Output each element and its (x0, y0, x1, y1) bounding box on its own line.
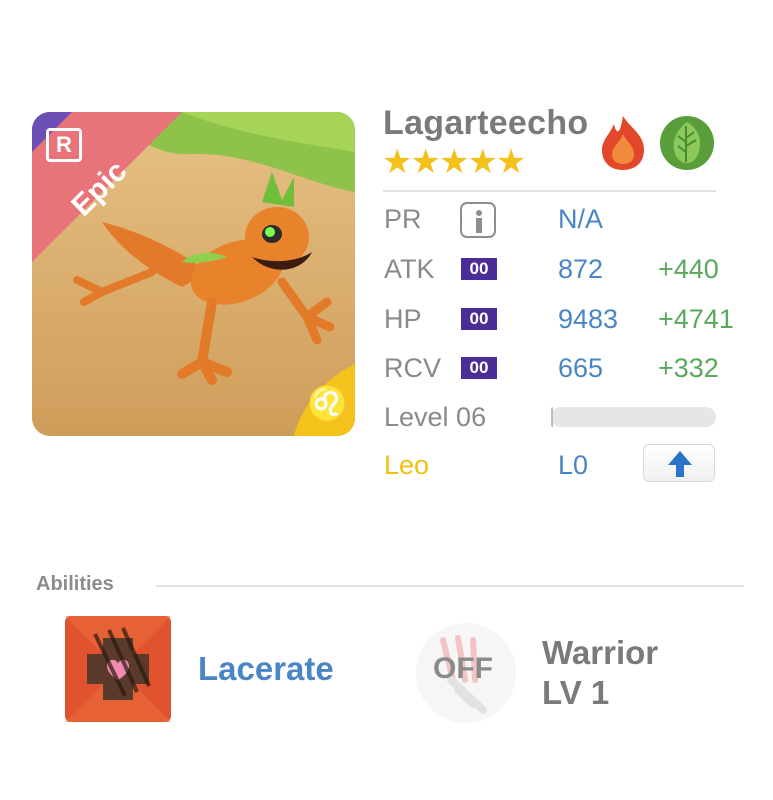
pr-info-button[interactable] (460, 202, 496, 238)
leo-sign-icon: ♌ (307, 385, 350, 423)
level-progress-bar (551, 407, 716, 427)
creature-card[interactable]: R Epic ♌ (32, 112, 355, 436)
arrow-up-icon (668, 451, 692, 477)
sign-level-value: L0 (558, 450, 589, 480)
hp-value: 9483 (558, 304, 619, 334)
hp-level-badge: 00 (461, 308, 497, 330)
creature-name: Lagarteecho (383, 104, 589, 142)
star-rating: ★★★★★ (382, 143, 526, 181)
rcv-level-badge: 00 (461, 357, 497, 379)
rcv-value: 665 (558, 353, 604, 383)
lacerate-icon[interactable] (65, 616, 171, 722)
nature-leaf-element-icon (660, 116, 714, 170)
passive-ability-level: LV 1 (542, 674, 610, 711)
rarity-badge: R (46, 128, 82, 162)
passive-ability-state: OFF (433, 652, 493, 685)
abilities-divider (156, 585, 744, 587)
hp-label: HP (384, 304, 422, 334)
atk-label: ATK (384, 254, 435, 284)
atk-value: 872 (558, 254, 604, 284)
rcv-label: RCV (384, 353, 442, 383)
pr-value: N/A (558, 204, 604, 234)
hp-bonus: +4741 (658, 304, 734, 334)
sign-label: Leo (384, 450, 430, 480)
atk-bonus: +440 (658, 254, 719, 284)
info-icon (476, 210, 482, 216)
level-label: Level 06 (384, 402, 487, 432)
header-divider (383, 190, 716, 192)
level-progress-fill (551, 407, 553, 427)
passive-ability-name[interactable]: Warrior (542, 634, 658, 672)
active-ability-name[interactable]: Lacerate (198, 650, 334, 688)
fire-element-icon (602, 116, 644, 170)
rcv-bonus: +332 (658, 353, 719, 383)
sign-upgrade-button[interactable] (643, 444, 715, 482)
abilities-title: Abilities (36, 573, 114, 595)
pr-label: PR (384, 204, 422, 234)
atk-level-badge: 00 (461, 258, 497, 280)
